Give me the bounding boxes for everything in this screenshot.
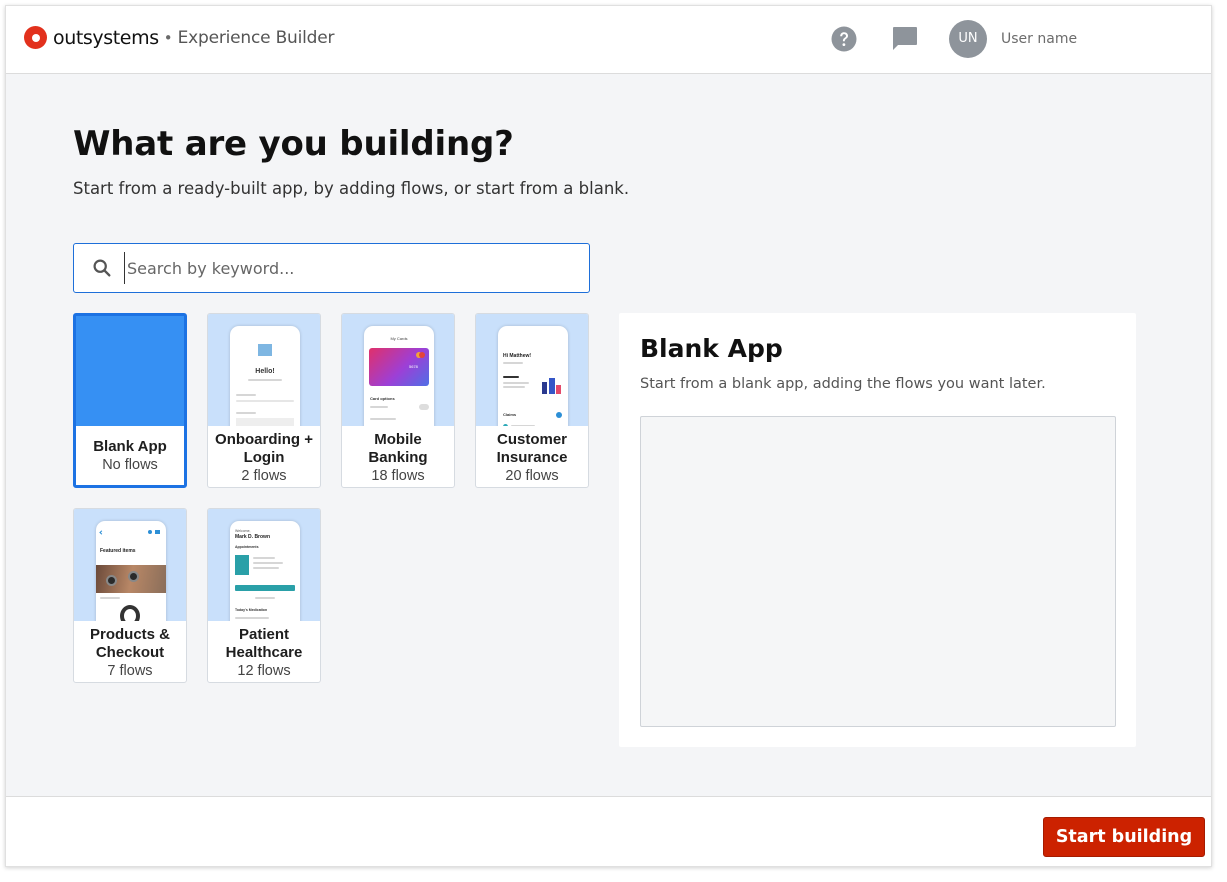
card-name: Customer Insurance xyxy=(496,430,568,466)
app-window: outsystems • Experience Builder UN User … xyxy=(5,5,1212,867)
phone-preview: Hello! xyxy=(230,326,300,426)
start-building-button[interactable]: Start building xyxy=(1043,817,1205,857)
thumb-heading: My Cards xyxy=(390,336,408,341)
card-name: Mobile Banking xyxy=(368,430,428,466)
card-name: Products & Checkout xyxy=(89,625,170,661)
product-name: Experience Builder xyxy=(177,27,335,48)
card-number: 5678 xyxy=(409,364,418,369)
card-thumbnail: My Cards 5678 Card options xyxy=(342,314,454,426)
thumb-patient-name: Mark D. Brown xyxy=(235,534,271,540)
avatar[interactable]: UN xyxy=(949,20,987,58)
help-icon[interactable] xyxy=(831,26,857,52)
card-label: Mobile Banking 18 flows xyxy=(342,426,454,487)
card-thumbnail xyxy=(76,316,184,426)
card-flow-count: 7 flows xyxy=(107,662,153,679)
favorite-icon xyxy=(148,530,152,534)
thumb-section-label: Card options xyxy=(370,396,395,401)
card-flow-count: 18 flows xyxy=(371,467,425,484)
add-icon xyxy=(556,412,562,418)
detail-description: Start from a blank app, adding the flows… xyxy=(640,376,1046,392)
thumb-section-label: Appointments xyxy=(235,545,259,549)
card-thumbnail: Welcome, Mark D. Brown Appointments Toda… xyxy=(208,509,320,621)
card-name: Onboarding + Login xyxy=(215,430,313,466)
detail-panel: Blank App Start from a blank app, adding… xyxy=(619,313,1136,747)
back-icon xyxy=(99,530,104,535)
thumb-section-label: Featured items xyxy=(100,548,136,554)
page-subtitle: Start from a ready-built app, by adding … xyxy=(73,179,630,198)
thumb-section-label: Today's Medication xyxy=(235,608,268,612)
template-card-mobile-banking[interactable]: My Cards 5678 Card options Mobile Bankin… xyxy=(341,313,455,488)
top-bar: outsystems • Experience Builder UN User … xyxy=(6,6,1211,74)
username[interactable]: User name xyxy=(1001,31,1077,47)
card-label: Patient Healthcare 12 flows xyxy=(208,621,320,682)
headphones-image xyxy=(120,605,140,621)
template-card-products-checkout[interactable]: Featured items Products & Checkout 7 flo… xyxy=(73,508,187,683)
phone-preview: My Cards 5678 Card options xyxy=(364,326,434,426)
box-logo-icon xyxy=(258,344,272,356)
phone-preview: Featured items xyxy=(96,521,166,621)
card-flow-count: No flows xyxy=(102,457,158,473)
brand-separator: • xyxy=(163,28,173,47)
card-label: Customer Insurance 20 flows xyxy=(476,426,588,487)
card-flow-count: 12 flows xyxy=(237,662,291,679)
card-flow-count: 2 flows xyxy=(241,467,287,484)
card-flow-count: 20 flows xyxy=(505,467,559,484)
doctor-photo xyxy=(235,555,249,575)
card-thumbnail: Featured items xyxy=(74,509,186,621)
appointment-button xyxy=(235,585,295,591)
illustration-icon xyxy=(538,376,562,398)
credit-card-image: 5678 xyxy=(369,348,429,386)
card-name: Blank App xyxy=(93,438,167,455)
phone-preview: Welcome, Mark D. Brown Appointments Toda… xyxy=(230,521,300,621)
card-name: Patient Healthcare xyxy=(225,625,303,661)
template-card-blank-app[interactable]: Blank App No flows xyxy=(73,313,187,488)
brand-name: outsystems xyxy=(53,26,159,49)
search-box[interactable] xyxy=(73,243,590,293)
toggle-icon xyxy=(419,404,429,410)
thumb-section-label: Claims xyxy=(503,412,517,417)
card-label: Products & Checkout 7 flows xyxy=(74,621,186,682)
cart-icon xyxy=(155,530,160,534)
phone-preview: Hi Matthew! Claims xyxy=(498,326,568,426)
card-thumbnail: Hello! xyxy=(208,314,320,426)
footer-bar: Start building xyxy=(6,796,1211,866)
chat-icon[interactable] xyxy=(891,26,918,52)
template-card-customer-insurance[interactable]: Hi Matthew! Claims Customer Insurance 20… xyxy=(475,313,589,488)
card-label: Onboarding + Login 2 flows xyxy=(208,426,320,487)
outsystems-logo-icon xyxy=(24,26,47,49)
template-card-onboarding-login[interactable]: Hello! Onboarding + Login 2 flows xyxy=(207,313,321,488)
page-title: What are you building? xyxy=(73,124,514,164)
thumb-greeting: Hi Matthew! xyxy=(503,353,532,359)
search-icon xyxy=(93,259,111,277)
search-input[interactable] xyxy=(124,252,574,284)
detail-title: Blank App xyxy=(640,334,783,363)
card-label: Blank App No flows xyxy=(76,426,184,485)
card-brand-icon xyxy=(416,352,425,358)
detail-preview xyxy=(640,416,1116,727)
card-thumbnail: Hi Matthew! Claims xyxy=(476,314,588,426)
thumb-welcome: Welcome, xyxy=(235,529,251,533)
template-card-patient-healthcare[interactable]: Welcome, Mark D. Brown Appointments Toda… xyxy=(207,508,321,683)
thumb-heading: Hello! xyxy=(255,368,275,375)
brand[interactable]: outsystems • Experience Builder xyxy=(24,26,335,49)
product-image xyxy=(96,565,166,593)
